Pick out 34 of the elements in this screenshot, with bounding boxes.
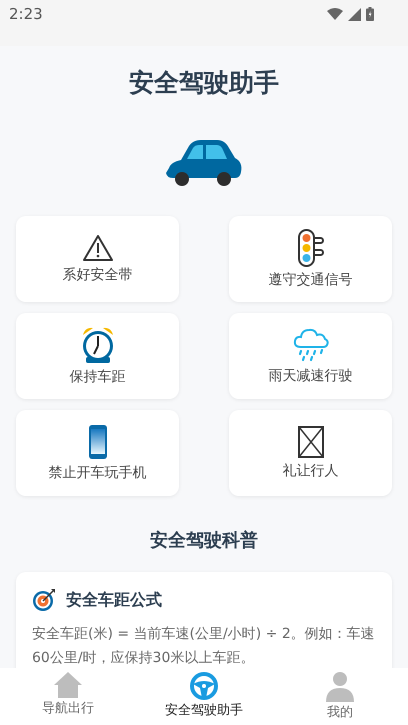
tip-card[interactable]: 礼让行人 <box>229 410 392 496</box>
tip-card[interactable]: 遵守交通信号 <box>229 216 392 302</box>
nav-tab[interactable]: 导航出行 <box>8 672 128 717</box>
tip-label: 系好安全带 <box>62 266 132 284</box>
card-title: 安全车距公式 <box>66 590 162 610</box>
traffic-light-icon <box>298 229 324 267</box>
nav-tab[interactable]: 我的 <box>280 672 400 721</box>
tip-label: 礼让行人 <box>282 462 338 480</box>
signal-icon <box>348 8 361 20</box>
tip-card[interactable]: 系好安全带 <box>16 216 179 302</box>
battery-icon <box>366 7 374 21</box>
section-title: 安全驾驶科普 <box>149 529 259 553</box>
home-icon <box>54 672 82 698</box>
tip-label: 雨天减速行驶 <box>268 367 352 385</box>
car-icon <box>165 140 243 186</box>
tip-label: 禁止开车玩手机 <box>48 464 146 482</box>
wifi-icon <box>327 8 343 20</box>
nav-tab[interactable]: 安全驾驶助手 <box>144 672 264 719</box>
person-icon <box>326 672 354 702</box>
tip-label: 保持车距 <box>70 368 126 386</box>
tip-card[interactable]: 保持车距 <box>16 313 179 399</box>
card-text: 安全车距(米) = 当前车速(公里/小时) ÷ 2。例如：车速60公里/时，应保持30米以上车距。 <box>32 625 376 668</box>
alarm-clock-icon <box>80 326 114 364</box>
tip-card[interactable]: 雨天减速行驶 <box>229 313 392 399</box>
tip-label: 遵守交通信号 <box>268 271 352 289</box>
page-title: 安全驾驶助手 <box>128 67 280 99</box>
target-icon <box>32 588 56 612</box>
crossed-box-icon <box>298 426 324 458</box>
warning-icon <box>82 234 114 262</box>
phone-icon <box>88 424 108 460</box>
rain-cloud-icon <box>292 327 328 363</box>
tip-card[interactable]: 禁止开车玩手机 <box>16 410 179 496</box>
status-time: 2:23 <box>9 5 43 23</box>
steering-wheel-icon <box>190 672 218 700</box>
